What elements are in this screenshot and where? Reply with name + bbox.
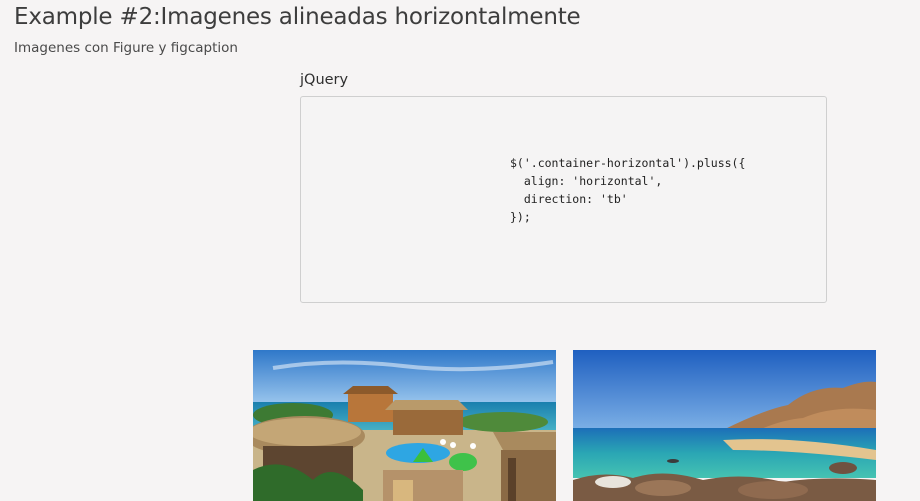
code-snippet[interactable]: $('.container-horizontal').pluss({ align… [510, 154, 745, 226]
gallery-image-resort[interactable] [253, 350, 556, 501]
code-block: $('.container-horizontal').pluss({ align… [300, 96, 827, 303]
page: Example #2:Imagenes alineadas horizontal… [0, 0, 920, 501]
bay-photo-image [573, 350, 876, 501]
gallery-image-bay[interactable] [573, 350, 876, 501]
code-language-label: jQuery [300, 72, 349, 88]
page-subtitle: Imagenes con Figure y figcaption [14, 40, 238, 56]
resort-photo-image [253, 350, 556, 501]
page-title: Example #2:Imagenes alineadas horizontal… [14, 4, 581, 30]
